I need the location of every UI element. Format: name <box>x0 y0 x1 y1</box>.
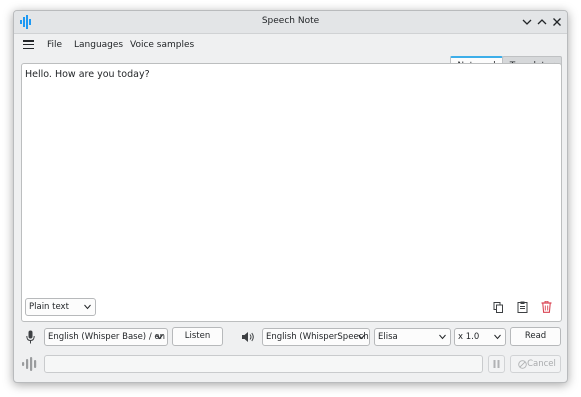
copy-icon[interactable] <box>493 302 504 313</box>
note-editor[interactable]: Hello. How are you today? Plain text <box>21 63 562 322</box>
speed-value: x 1.0 <box>458 332 480 342</box>
cancel-label: Cancel <box>527 359 556 369</box>
menu-file[interactable]: File <box>47 40 62 50</box>
text-format-select[interactable]: Plain text <box>25 298 96 316</box>
chevron-down-icon <box>494 334 501 340</box>
tts-model-select[interactable]: English (WhisperSpeech <box>262 328 370 346</box>
menu-voice-samples[interactable]: Voice samples <box>130 40 194 50</box>
chevron-down-icon <box>439 334 446 340</box>
chevron-down-icon <box>84 304 91 310</box>
voice-value: Elisa <box>378 332 398 342</box>
maximize-icon[interactable] <box>536 16 548 28</box>
speed-select[interactable]: x 1.0 <box>454 328 506 346</box>
app-window: Speech Note File Languages Voice samples… <box>13 10 568 383</box>
editor-text[interactable]: Hello. How are you today? <box>25 69 150 80</box>
tts-model-value: English (WhisperSpeech <box>266 332 369 342</box>
delete-icon[interactable] <box>541 301 552 313</box>
paste-icon[interactable] <box>517 301 528 313</box>
listen-button[interactable]: Listen <box>172 327 223 346</box>
pause-button[interactable] <box>488 355 505 373</box>
text-format-value: Plain text <box>29 302 69 312</box>
window-title: Speech Note <box>261 16 320 26</box>
audio-level-icon <box>22 357 37 371</box>
chevron-down-icon <box>156 334 163 340</box>
hamburger-menu-icon[interactable] <box>23 40 34 50</box>
read-button[interactable]: Read <box>510 327 561 346</box>
cancel-icon <box>518 360 527 369</box>
speaker-icon <box>242 332 254 342</box>
close-icon[interactable] <box>551 16 563 28</box>
menu-languages[interactable]: Languages <box>74 40 123 50</box>
cancel-button[interactable]: Cancel <box>510 355 561 373</box>
microphone-icon <box>26 330 35 344</box>
chevron-down-icon <box>358 334 365 340</box>
minimize-icon[interactable] <box>521 16 533 28</box>
pause-icon <box>493 360 500 368</box>
stt-model-select[interactable]: English (Whisper Base) / en <box>44 328 168 346</box>
speech-progress-bar <box>44 355 483 373</box>
menu-bar: File Languages Voice samples Notepad Tra… <box>14 34 567 77</box>
stt-model-value: English (Whisper Base) / en <box>48 332 166 342</box>
voice-select[interactable]: Elisa <box>374 328 451 346</box>
title-bar: Speech Note <box>14 11 567 34</box>
